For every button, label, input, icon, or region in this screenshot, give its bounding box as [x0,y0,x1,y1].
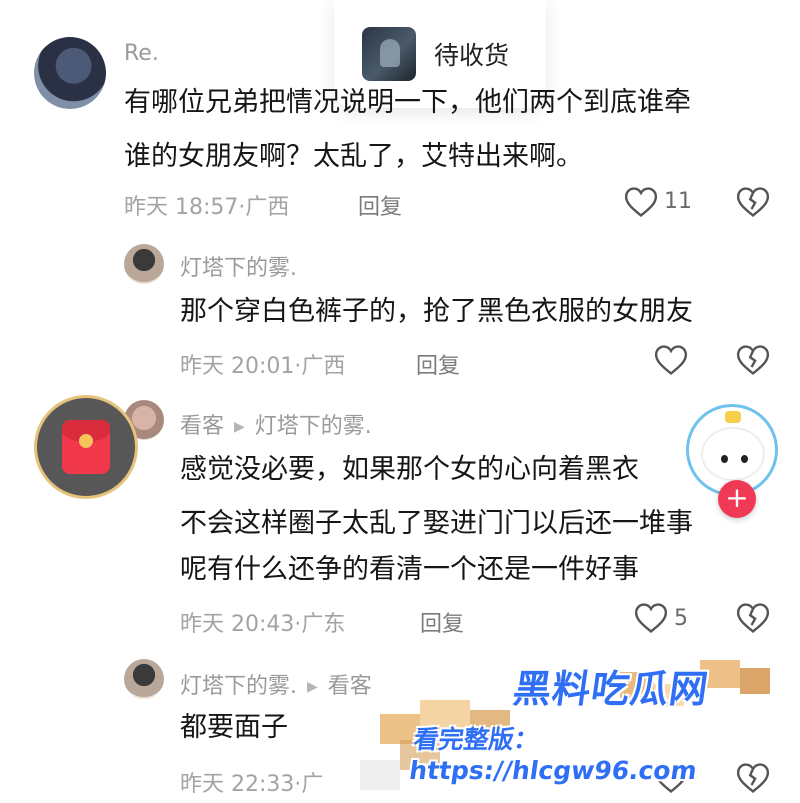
like-heart-icon[interactable] [624,186,658,218]
product-thumbnail-icon [362,27,416,81]
comment-text-line: 有哪位兄弟把情况说明一下，他们两个到底谁牵 [124,87,691,118]
reply-button[interactable]: 回复 [416,348,460,380]
comment-text-line: 那个穿白色裤子的，抢了黑色衣服的女朋友 [180,296,693,327]
like-count: 11 [664,189,692,214]
comment-text-line: 感觉没必要，如果那个女的心向着黑衣 [180,454,639,485]
avatar[interactable] [34,37,106,109]
watermark-title: 黑料吃瓜网 [510,667,712,711]
comment-username[interactable]: 看客 [180,414,224,439]
comment-time: 昨天 20:43 [180,612,295,637]
comment-username[interactable]: Re. [124,41,159,66]
dislike-broken-heart-icon[interactable] [736,186,770,218]
like-heart-icon[interactable] [654,344,688,376]
comment-time: 昨天 18:57 [124,195,239,220]
reply-button[interactable]: 回复 [358,189,402,221]
red-packet-icon [62,420,110,474]
watermark-url: 看完整版：https://hlcgw96.com [407,725,699,785]
avatar[interactable] [124,659,164,699]
comment-location: 广西 [245,195,290,220]
reply-button[interactable]: 回复 [420,606,464,638]
mascot-face-icon [703,429,763,479]
comment-username[interactable]: 灯塔下的雾. [180,674,297,699]
reply-arrow-icon: ▶ [307,679,318,695]
follow-plus-button[interactable]: + [718,480,756,518]
comment-time: 昨天 20:01 [180,354,295,379]
comment-text-line: 不会这样圈子太乱了娶进门门以后还一堆事 [180,508,693,539]
crown-icon [725,411,741,423]
comment-meta: 昨天 20:01·广西 [180,348,345,380]
avatar[interactable] [124,244,164,284]
comment-meta: 昨天 20:43·广东 [180,606,345,638]
comment-location: 广西 [301,354,346,379]
reply-arrow-icon: ▶ [234,419,245,435]
comment-location: 广东 [301,612,346,637]
comment-username-line[interactable]: 灯塔下的雾. ▶ 看客 [180,668,372,700]
reply-to-username[interactable]: 看客 [328,674,372,699]
comment-text-line: 都要面子 [180,712,288,743]
dislike-broken-heart-icon[interactable] [736,344,770,376]
popup-label: 待收货 [434,41,510,70]
dislike-broken-heart-icon[interactable] [736,602,770,634]
like-heart-icon[interactable] [634,602,668,634]
mascot-eye-icon [721,455,728,463]
comment-username[interactable]: 灯塔下的雾. [180,250,297,282]
comment-meta: 昨天 22:33·广 [180,766,323,798]
comment-time: 昨天 22:33 [180,772,295,797]
comment-text-line: 谁的女朋友啊？太乱了，艾特出来啊。 [124,141,583,172]
reply-to-username[interactable]: 灯塔下的雾. [255,414,372,439]
mascot-eye-icon [741,455,748,463]
like-count: 5 [674,606,688,631]
comment-location: 广 [301,772,324,797]
comment-username-line[interactable]: 看客 ▶ 灯塔下的雾. [180,408,372,440]
comment-text-line: 呢有什么还争的看清一个还是一件好事 [180,554,639,585]
comment-meta: 昨天 18:57·广西 [124,189,289,221]
red-packet-bubble[interactable] [34,395,138,499]
